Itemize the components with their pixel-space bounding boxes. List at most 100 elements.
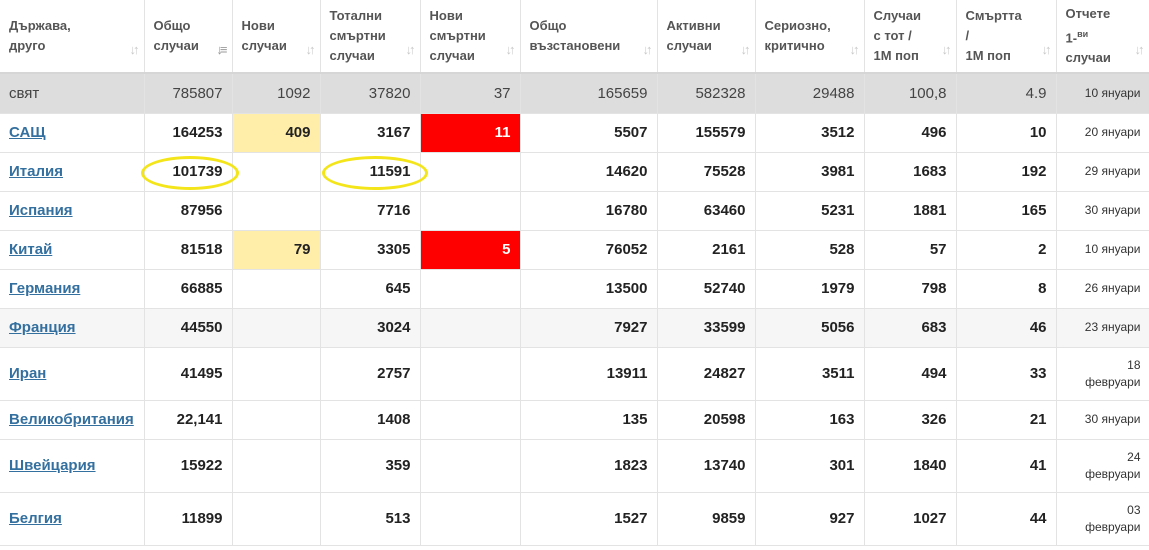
cell-total-recovered: 5507 [520,113,658,153]
sort-icon[interactable]: ↓↑ [643,40,653,60]
header-total-deaths[interactable]: Тотални смъртни случаи ↓↑ [320,0,421,74]
header-label: смъртни [429,28,486,43]
cell-active-cases: 33599 [657,308,756,348]
cell-cases-per-million: 1840 [864,439,957,493]
country-cell: Белгия [0,492,145,546]
country-link[interactable]: Италия [9,163,63,180]
cell-cases-per-million: 798 [864,269,957,309]
first-case-date: 29 януари [1084,164,1141,178]
sort-icon[interactable]: ↓↑ [1042,40,1052,60]
cell-new-cases [232,492,321,546]
header-label: Общо [529,18,567,33]
cell-total-deaths: 11591 [320,152,428,192]
cell-new-deaths [420,492,521,546]
table-row: Швейцария 15922 359 1823 13740 301 1840 … [0,439,1149,493]
header-label: случаи [329,48,375,63]
cell-total-recovered: 76052 [520,230,658,270]
cell-new-cases [232,347,321,401]
country-link[interactable]: Китай [9,241,52,258]
header-active-cases[interactable]: Активни случаи ↓↑ [657,0,756,74]
table-row: Германия 66885 645 13500 52740 1979 798 … [0,269,1149,309]
country-link[interactable]: САЩ [9,124,46,141]
header-serious-critical[interactable]: Сериозно, критично ↓↑ [755,0,865,74]
country-cell: Иран [0,347,145,401]
header-label: 1- [1065,30,1078,46]
cell-active-cases: 9859 [657,492,756,546]
cell-total-deaths: 3024 [320,308,421,348]
header-total-cases[interactable]: Общо случаи ↓≡ [144,0,233,74]
cell-new-cases [232,152,321,192]
cell-total-deaths: 3305 [320,230,421,270]
cell-first-case: 29 януари [1056,152,1149,192]
cell-deaths-per-million: 2 [956,230,1057,270]
cell-first-case: 26 януари [1056,269,1149,309]
cell-cases-per-million: 683 [864,308,957,348]
cell-deaths-per-million: 21 [956,400,1057,440]
country-cell: САЩ [0,113,145,153]
sort-icon[interactable]: ↓↑ [130,40,140,60]
header-label: Сериозно, [764,18,831,33]
country-link[interactable]: Германия [9,280,80,297]
first-case-date: 30 януари [1084,412,1141,426]
sort-desc-icon[interactable]: ↓≡ [216,40,227,60]
first-case-date: 23 януари [1084,320,1141,334]
cell-new-cases [232,269,321,309]
header-new-deaths[interactable]: Нови смъртни случаи ↓↑ [420,0,521,74]
cell-serious-critical: 1979 [755,269,865,309]
country-link[interactable]: Иран [9,365,46,382]
country-link[interactable]: Белгия [9,510,62,527]
cell-new-cases [232,400,321,440]
sort-icon[interactable]: ↓↑ [942,40,952,60]
country-cell: Испания [0,191,145,231]
cell-total-deaths: 2757 [320,347,421,401]
country-link[interactable]: Швейцария [9,457,96,474]
header-new-cases[interactable]: Нови случаи ↓↑ [232,0,321,74]
sort-icon[interactable]: ↓↑ [506,40,516,60]
cell-new-deaths: 5 [420,230,521,270]
cell-total-deaths: 645 [320,269,421,309]
sort-icon[interactable]: ↓↑ [850,40,860,60]
cell-serious-critical: 3512 [755,113,865,153]
cell-active-cases: 2161 [657,230,756,270]
header-country[interactable]: Държава, друго ↓↑ [0,0,145,74]
header-label: друго [9,38,46,53]
cell-total-cases: 15922 [144,439,233,493]
header-label: Случаи [873,8,921,23]
header-total-recovered[interactable]: Общо възстановени ↓↑ [520,0,658,74]
country-cell: Германия [0,269,145,309]
cell-total-deaths: 3167 [320,113,421,153]
country-cell: Швейцария [0,439,145,493]
cell-new-deaths: 37 [420,73,521,114]
sort-icon[interactable]: ↓↑ [1135,40,1145,60]
header-row: Държава, друго ↓↑ Общо случаи ↓≡ Нови случаи ↓… [0,0,1149,74]
header-first-case[interactable]: Отчете 1-ви случаи ↓↑ [1056,0,1149,74]
cell-total-recovered: 1527 [520,492,658,546]
country-link[interactable]: Франция [9,319,76,336]
cell-cases-per-million: 1881 [864,191,957,231]
header-cases-per-million[interactable]: Случаи с тот / 1М поп ↓↑ [864,0,957,74]
country-link[interactable]: Испания [9,202,73,219]
first-case-date: 30 януари [1084,203,1141,217]
cell-total-recovered: 13500 [520,269,658,309]
cell-active-cases: 13740 [657,439,756,493]
country-cell: Китай [0,230,145,270]
header-deaths-per-million[interactable]: Смъртта / 1М поп ↓↑ [956,0,1057,74]
cell-serious-critical: 5056 [755,308,865,348]
cell-deaths-per-million: 41 [956,439,1057,493]
covid-stats-table: Държава, друго ↓↑ Общо случаи ↓≡ Нови случаи ↓… [0,0,1149,546]
cell-total-recovered: 16780 [520,191,658,231]
cell-serious-critical: 301 [755,439,865,493]
cell-total-deaths: 1408 [320,400,421,440]
cell-new-deaths [420,400,521,440]
cell-serious-critical: 3511 [755,347,865,401]
table-row: Иран 41495 2757 13911 24827 3511 494 33 … [0,347,1149,401]
cell-total-cases: 41495 [144,347,233,401]
cell-active-cases: 24827 [657,347,756,401]
header-label: Нови [429,8,463,23]
sort-icon[interactable]: ↓↑ [306,40,316,60]
header-label: случаи [1065,50,1111,66]
sort-icon[interactable]: ↓↑ [741,40,751,60]
world-row: свят 785807 1092 37820 37 165659 582328 … [0,73,1149,114]
sort-icon[interactable]: ↓↑ [406,40,416,60]
country-link[interactable]: Великобритания [9,411,134,428]
